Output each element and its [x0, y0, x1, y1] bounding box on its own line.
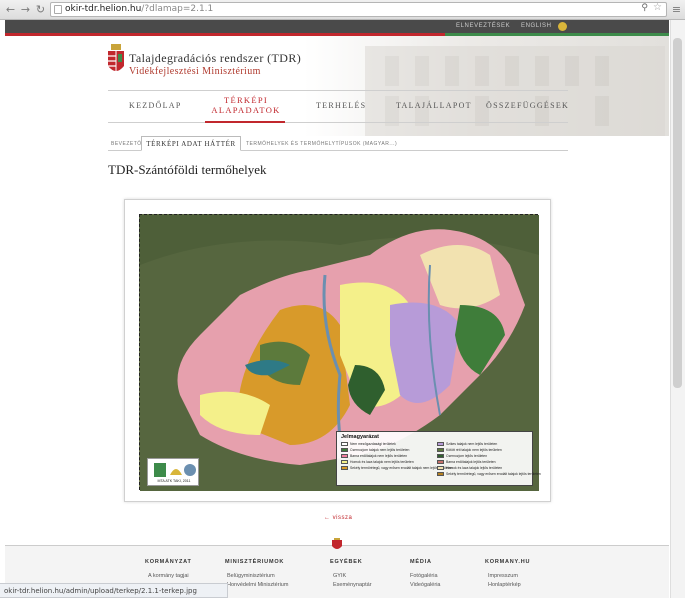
footer-link[interactable]: Belügyminisztérium	[227, 573, 275, 579]
legend-item: Homok és laza talajok nem lejtős terület…	[341, 460, 414, 465]
site-header	[5, 36, 669, 136]
scrollbar-thumb[interactable]	[673, 38, 682, 388]
subnav-termohelyek[interactable]: TERMŐHELYEK ÉS TERMŐHELYTÍPUSOK (MAGYAR.…	[246, 141, 397, 147]
nav-kezdolap[interactable]: KEZDŐLAP	[129, 101, 182, 110]
footer-heading-kormany-hu: KORMANY.HU	[485, 559, 531, 565]
footer-heading-kormanyzat: KORMÁNYZAT	[145, 559, 192, 565]
building-backdrop	[365, 46, 665, 136]
back-link[interactable]: ← vissza	[324, 515, 352, 521]
address-bar[interactable]: okir-tdr.helion.hu/?dlamap=2.1.1 ⚲ ☆	[50, 2, 667, 17]
footer-link[interactable]: Honvédelmi Minisztérium	[227, 582, 288, 588]
legend-item: Kötött réti talajok nem lejtős területen	[437, 448, 502, 453]
footer-link[interactable]: A kormány tagjai	[148, 573, 189, 579]
legend-title: Jelmagyarázat	[341, 434, 379, 440]
footer-link[interactable]: Eseménynaptár	[333, 582, 372, 588]
legend-item: Csernozjom talajok nem lejtős területen	[341, 448, 409, 453]
soil-map-image[interactable]: Jelmagyarázat Nem mezőgazdasági területe…	[139, 214, 541, 491]
page-icon	[54, 5, 62, 14]
browser-status-bar: okir-tdr.helion.hu/admin/upload/terkep/2…	[0, 583, 228, 598]
url-text: okir-tdr.helion.hu/?dlamap=2.1.1	[65, 4, 214, 14]
legend-item: Szikes talajok nem lejtős területen	[437, 442, 497, 447]
nav-terkepi-alapadatok[interactable]: TÉRKÉPI ALAPADATOK	[211, 95, 281, 115]
subnav-bevezeto[interactable]: BEVEZETŐ	[111, 141, 142, 147]
accessibility-icon[interactable]	[558, 22, 567, 31]
institute-logo: MTA ATK TAKI, 2011	[147, 458, 199, 486]
footer-crest-icon	[332, 538, 342, 549]
subnav-terkepi-adat-hatter[interactable]: TÉRKÉPI ADAT HÁTTÉR	[141, 136, 241, 151]
footer-link[interactable]: Impresszum	[488, 573, 518, 579]
legend-item: Barna erdőtalajok lejtős területen	[437, 460, 496, 465]
footer-link[interactable]: Videógaléria	[410, 582, 440, 588]
footer-link[interactable]: Honlaptérkép	[488, 582, 521, 588]
hungary-crest-icon	[108, 44, 124, 72]
topbar-link-english[interactable]: ENGLISH	[521, 23, 552, 29]
map-figure: Jelmagyarázat Nem mezőgazdasági területe…	[124, 199, 551, 502]
reload-icon[interactable]: ↻	[34, 3, 47, 16]
topbar-link-elnevezesek[interactable]: ELNEVEZTÉSEK	[456, 23, 510, 29]
legend-item: Csernozjom lejtős területen	[437, 454, 487, 459]
back-arrow-icon[interactable]: ←	[4, 3, 17, 16]
bookmark-star-icon[interactable]: ☆	[653, 2, 662, 13]
legend-item: Nem mezőgazdasági területek	[341, 442, 396, 447]
legend-item: Sekély termőrétegű, vagy erősen erodált …	[341, 466, 452, 471]
nav-terheles[interactable]: TERHELÉS	[316, 101, 366, 110]
site-title: Talajdegradációs rendszer (TDR)	[129, 51, 302, 65]
site-topbar: ELNEVEZTÉSEK ENGLISH	[5, 20, 669, 36]
institute-logo-icon	[154, 463, 196, 477]
footer-link[interactable]: Fotógaléria	[410, 573, 438, 579]
footer-link[interactable]: GYIK	[333, 573, 346, 579]
legend-item: Homok és laza talajok lejtős területen	[437, 466, 502, 471]
zoom-icon[interactable]: ⚲	[641, 3, 648, 13]
footer-heading-egyebek: EGYÉBEK	[330, 559, 363, 565]
menu-icon[interactable]: ≡	[670, 3, 683, 16]
active-nav-indicator	[205, 121, 285, 123]
footer-heading-miniszteriumok: MINISZTÉRIUMOK	[225, 559, 285, 565]
institute-logo-text: MTA ATK TAKI, 2011	[157, 479, 191, 483]
page-title: TDR-Szántóföldi termőhelyek	[108, 162, 267, 177]
footer-heading-media: MÉDIA	[410, 559, 432, 565]
nav-talajallapot[interactable]: TALAJÁLLAPOT	[396, 101, 472, 110]
forward-arrow-icon[interactable]: →	[19, 3, 32, 16]
nav-osszefuggesek[interactable]: ÖSSZEFÜGGÉSEK	[486, 101, 569, 110]
browser-toolbar: ← → ↻ okir-tdr.helion.hu/?dlamap=2.1.1 ⚲…	[0, 0, 685, 20]
legend-item: Barna erdőtalajok nem lejtős területen	[341, 454, 407, 459]
map-legend: Jelmagyarázat Nem mezőgazdasági területe…	[336, 431, 541, 486]
site-subtitle: Vidékfejlesztési Minisztérium	[129, 66, 261, 77]
legend-item: Sekély termőrétegű, vagy erősen erodált …	[437, 472, 541, 477]
